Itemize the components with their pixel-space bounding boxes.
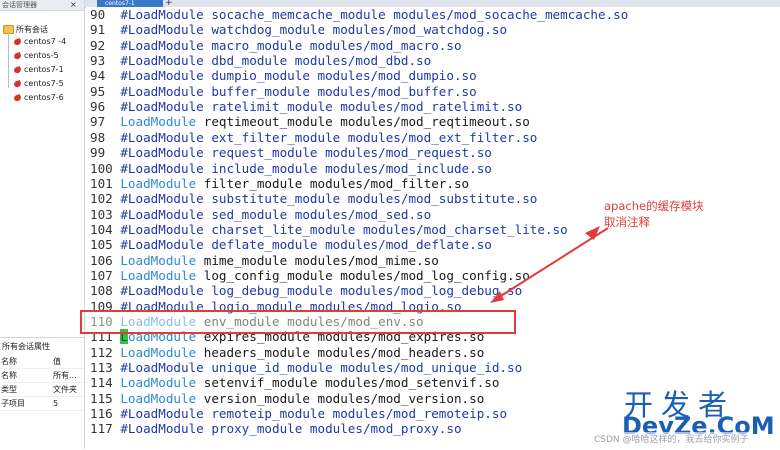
arrow-head-top (585, 226, 600, 240)
annotation-note: apache的缓存模块 取消注释 (604, 198, 704, 230)
annotation-line-1: apache的缓存模块 (604, 199, 704, 213)
annotation-line-2: 取消注释 (604, 215, 650, 229)
csdn-credit: CSDN @哈哈这样的，我去给你实例子 (594, 432, 749, 445)
arrow-head-bottom (490, 291, 504, 303)
arrow-line (492, 227, 609, 302)
